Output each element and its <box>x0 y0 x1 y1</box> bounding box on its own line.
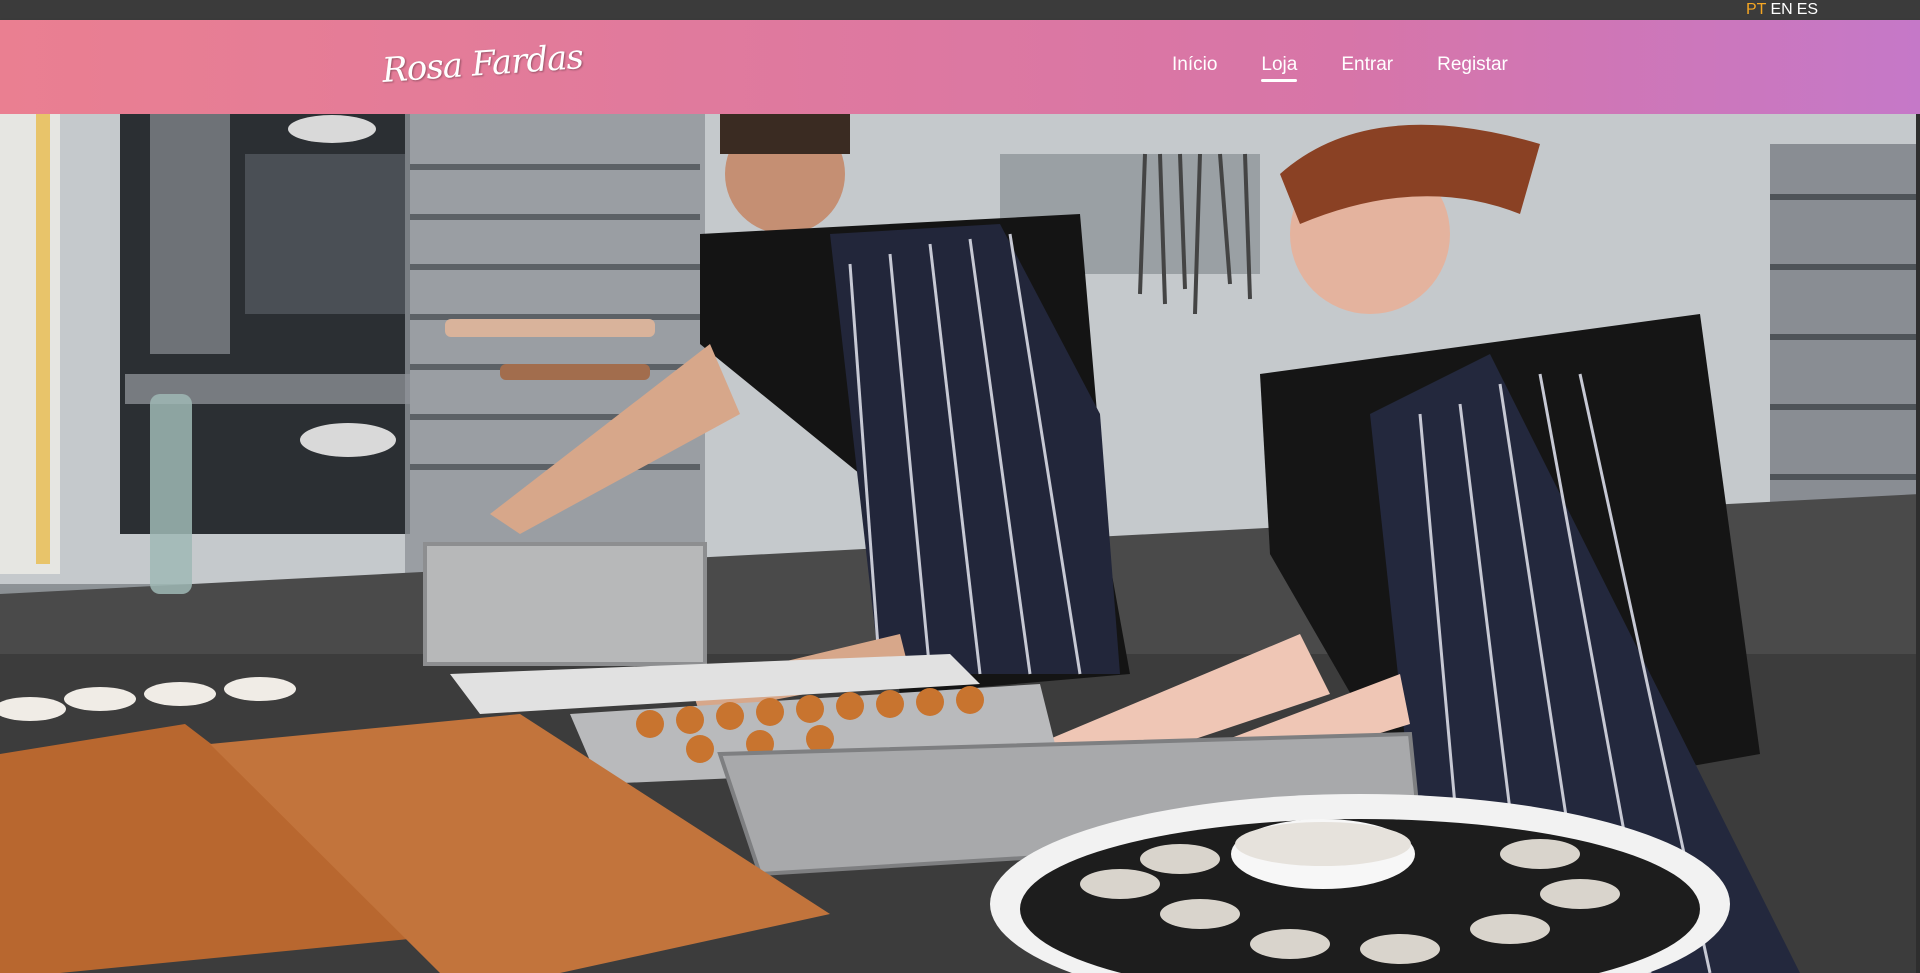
nav-registar-link[interactable]: Registar <box>1437 54 1508 76</box>
window-scrollbar-edge <box>1916 114 1920 973</box>
site-logo[interactable]: Rosa Fardas <box>381 37 584 91</box>
language-bar: PT EN ES <box>0 0 1920 20</box>
lang-es-link[interactable]: ES <box>1797 1 1818 19</box>
nav-entrar-link[interactable]: Entrar <box>1341 54 1393 76</box>
kitchen-scene-illustration <box>0 114 1920 973</box>
language-switcher: PT EN ES <box>1746 1 1818 19</box>
nav-loja-link[interactable]: Loja <box>1261 54 1297 82</box>
nav-inicio-link[interactable]: Início <box>1172 54 1217 76</box>
main-nav: Início Loja Entrar Registar <box>1172 54 1508 82</box>
hero-kitchen-photo <box>0 114 1920 973</box>
site-header: Rosa Fardas Início Loja Entrar Registar <box>0 20 1920 114</box>
lang-en-link[interactable]: EN <box>1770 1 1792 19</box>
lang-pt-link[interactable]: PT <box>1746 1 1766 19</box>
